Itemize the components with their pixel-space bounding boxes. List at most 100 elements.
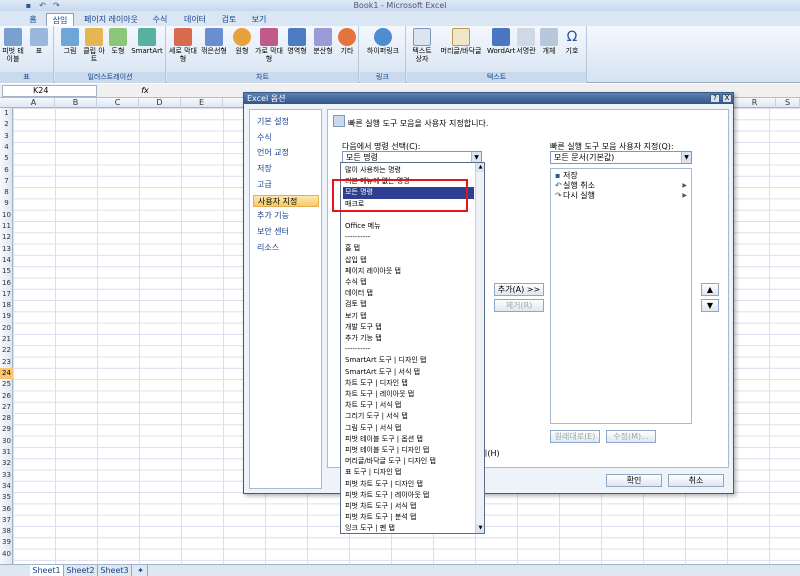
tab-review[interactable]: 검토	[216, 13, 242, 26]
qat-item-save[interactable]: ▪ 저장	[555, 171, 578, 181]
row-header[interactable]: 27	[0, 402, 13, 413]
close-button[interactable]: X	[722, 94, 732, 103]
move-down-button[interactable]: ▼	[701, 299, 719, 312]
sheet-tab-2[interactable]: Sheet2	[64, 565, 98, 576]
row-header[interactable]: 30	[0, 436, 13, 447]
dropdown-option[interactable]: 추가 기능 탭	[343, 333, 474, 345]
nav-item[interactable]: 고급	[253, 179, 319, 191]
dropdown-option[interactable]: 수식 탭	[343, 277, 474, 289]
row-header[interactable]: 5	[0, 153, 13, 164]
dropdown-option[interactable]: SmartArt 도구 | 서식 탭	[343, 367, 474, 379]
row-header[interactable]: 38	[0, 526, 13, 537]
dropdown-option[interactable]: 그리기 도구 | 서식 탭	[343, 411, 474, 423]
reset-button[interactable]: 원래대로(E)	[550, 430, 600, 443]
wordart-button[interactable]: WordArt	[487, 28, 515, 55]
column-header[interactable]: E	[181, 98, 223, 108]
object-button[interactable]: 개체	[539, 28, 559, 55]
column-header[interactable]: C	[97, 98, 139, 108]
row-header[interactable]: 2	[0, 119, 13, 130]
dropdown-option[interactable]: 삽입 탭	[343, 255, 474, 267]
dropdown-option[interactable]: Office 메뉴	[343, 221, 474, 233]
row-header[interactable]: 17	[0, 289, 13, 300]
row-header[interactable]: 22	[0, 345, 13, 356]
header-footer-button[interactable]: 머리글/바닥글	[437, 28, 485, 55]
row-header[interactable]: 14	[0, 255, 13, 266]
chevron-down-icon[interactable]: ▼	[681, 152, 691, 163]
dropdown-option[interactable]: ----------	[343, 232, 474, 244]
row-header[interactable]: 20	[0, 323, 13, 334]
dropdown-option[interactable]: 피벗 차트 도구 | 분석 탭	[343, 512, 474, 524]
row-header[interactable]: 6	[0, 165, 13, 176]
dropdown-scrollbar[interactable]: ▲ ▼	[475, 163, 484, 533]
dropdown-option[interactable]: 잉크 도구 | 펜 탭	[343, 523, 474, 533]
symbol-button[interactable]: Ω 기호	[561, 28, 583, 55]
row-header[interactable]: 25	[0, 379, 13, 390]
line-chart-button[interactable]: 꺾은선형	[199, 28, 229, 55]
help-button[interactable]: ?	[710, 94, 720, 103]
row-header[interactable]: 19	[0, 311, 13, 322]
row-header[interactable]: 39	[0, 537, 13, 548]
row-header[interactable]: 34	[0, 481, 13, 492]
row-header[interactable]: 40	[0, 549, 13, 560]
nav-item[interactable]: 추가 기능	[253, 210, 319, 222]
tab-formulas[interactable]: 수식	[146, 13, 174, 26]
hyperlink-button[interactable]: 하이퍼링크	[362, 28, 404, 55]
dropdown-option[interactable]: 차트 도구 | 레이아웃 탭	[343, 389, 474, 401]
cancel-button[interactable]: 취소	[668, 474, 724, 487]
row-header[interactable]: 33	[0, 470, 13, 481]
add-button[interactable]: 추가(A) >>	[494, 283, 544, 296]
row-header[interactable]: 24	[0, 367, 13, 380]
row-header[interactable]: 11	[0, 221, 13, 232]
remove-button[interactable]: 제거(R)	[494, 299, 544, 312]
tab-view[interactable]: 보기	[246, 13, 272, 26]
column-header[interactable]: R	[734, 98, 776, 108]
smartart-button[interactable]: SmartArt	[131, 28, 163, 55]
row-header[interactable]: 26	[0, 391, 13, 402]
picture-button[interactable]: 그림	[58, 28, 82, 55]
scatter-chart-button[interactable]: 분산형	[311, 28, 335, 55]
modify-button[interactable]: 수정(M)...	[606, 430, 656, 443]
bar-chart-button[interactable]: 가로 막대형	[255, 28, 283, 63]
dropdown-option[interactable]: 표 도구 | 디자인 탭	[343, 467, 474, 479]
nav-item[interactable]: 수식	[253, 132, 319, 144]
choose-commands-options[interactable]: ▲ ▼ 많이 사용하는 명령 리본 메뉴에 없는 명령 모든 명령 매크로 Office…	[340, 162, 485, 534]
text-box-button[interactable]: 텍스트 상자	[409, 28, 435, 63]
row-header[interactable]: 29	[0, 424, 13, 435]
qat-command-list[interactable]: ▪ 저장 ↶실행 취소 ▶ ↷다시 실행 ▶	[550, 168, 692, 424]
nav-item[interactable]: 리소스	[253, 242, 319, 254]
row-header[interactable]: 8	[0, 187, 13, 198]
column-header[interactable]: A	[13, 98, 55, 108]
dropdown-option[interactable]: 많이 사용하는 명령	[343, 165, 474, 177]
qat-item-undo[interactable]: ↶실행 취소	[555, 181, 595, 191]
row-header[interactable]: 9	[0, 198, 13, 209]
column-header[interactable]: B	[55, 98, 97, 108]
dropdown-option[interactable]: 홈 탭	[343, 243, 474, 255]
tab-insert[interactable]: 삽입	[46, 13, 74, 26]
row-header[interactable]: 21	[0, 334, 13, 345]
row-header[interactable]: 37	[0, 515, 13, 526]
column-header[interactable]: D	[139, 98, 181, 108]
dropdown-option[interactable]: 차트 도구 | 서식 탭	[343, 400, 474, 412]
shapes-button[interactable]: 도형	[107, 28, 129, 55]
column-header[interactable]: S	[776, 98, 800, 108]
sheet-tab-1[interactable]: Sheet1	[30, 565, 64, 576]
row-header[interactable]: 36	[0, 504, 13, 515]
row-header[interactable]: 13	[0, 244, 13, 255]
row-header[interactable]: 16	[0, 278, 13, 289]
table-button[interactable]: 표	[28, 28, 50, 55]
dropdown-option[interactable]: ----------	[343, 344, 474, 356]
dropdown-option[interactable]: 피벗 테이블 도구 | 옵션 탭	[343, 434, 474, 446]
nav-item[interactable]: 보안 센터	[253, 226, 319, 238]
name-box[interactable]: K24	[2, 85, 97, 97]
scroll-down-icon[interactable]: ▼	[476, 524, 484, 533]
scroll-up-icon[interactable]: ▲	[476, 163, 484, 172]
customize-qat-dropdown[interactable]: 모든 문서(기본값) ▼	[550, 151, 692, 164]
row-header[interactable]: 28	[0, 413, 13, 424]
tab-page-layout[interactable]: 페이지 레이아웃	[80, 13, 142, 26]
row-header[interactable]: 31	[0, 447, 13, 458]
dropdown-option[interactable]: 그림 도구 | 서식 탭	[343, 423, 474, 435]
other-charts-button[interactable]: 기타	[337, 28, 357, 55]
row-header[interactable]: 23	[0, 357, 13, 368]
sheet-tab-3[interactable]: Sheet3	[98, 565, 132, 576]
nav-item[interactable]: 언어 교정	[253, 147, 319, 159]
